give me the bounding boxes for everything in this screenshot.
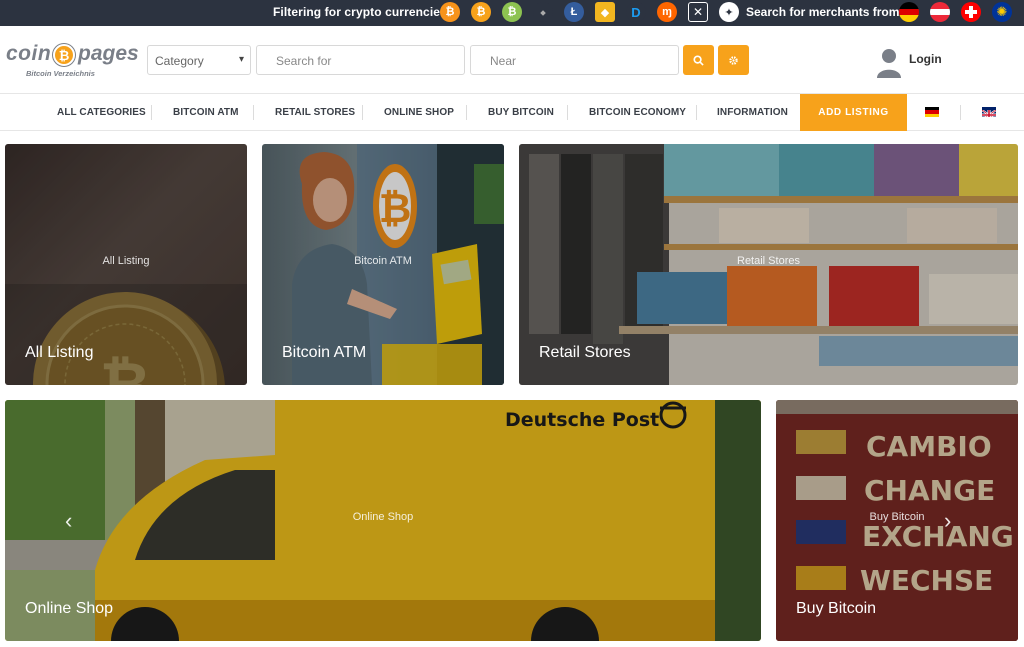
search-button[interactable] [683, 45, 714, 75]
ethereum-icon[interactable]: ⬩ [533, 2, 553, 22]
country-filter-list: ✺ [899, 2, 1023, 22]
add-listing-button[interactable]: ADD LISTING [800, 94, 907, 131]
nav-divider [466, 105, 467, 120]
category-tile-buy-bitcoin[interactable]: CAMBIO CHANGE EXCHANG WECHSE › Buy Bitco… [776, 400, 1018, 641]
nav-bitcoin-atm[interactable]: BITCOIN ATM [173, 94, 239, 131]
main-nav: ALL CATEGORIES BITCOIN ATM RETAIL STORES… [0, 94, 1024, 131]
tile-title: Buy Bitcoin [796, 600, 877, 617]
category-select-value: Category [155, 54, 204, 68]
crypto-filter-list: ₿ ₿ ₿ ⬩ Ł ◆ D ɱ ✕ ✦ [440, 2, 750, 22]
logo-word-pages: pages [78, 42, 139, 65]
monero-icon[interactable]: ɱ [657, 2, 677, 22]
nem-icon[interactable]: ✕ [688, 2, 708, 22]
nav-all-categories[interactable]: ALL CATEGORIES [57, 94, 146, 131]
site-logo[interactable]: coin ₿ pages Bitcoin Verzeichnis [6, 42, 139, 82]
tile-center-label: Online Shop [352, 511, 414, 523]
category-tile-bitcoin-atm[interactable]: ₿ Bitcoin ATM Bitcoin ATM [262, 144, 504, 385]
search-input-placeholder: Search for [276, 54, 332, 68]
settings-button[interactable] [718, 45, 749, 75]
bitcoin-icon[interactable]: ₿ [440, 2, 460, 22]
tile-center-label: All Listing [102, 255, 150, 267]
search-icon [693, 54, 704, 66]
litecoin-icon[interactable]: Ł [564, 2, 584, 22]
nav-information[interactable]: INFORMATION [717, 94, 788, 131]
tile-center-label: Buy Bitcoin [869, 511, 925, 523]
login-label: Login [909, 52, 942, 66]
nav-divider [696, 105, 697, 120]
bitcoin-diamond-icon[interactable]: ◆ [595, 2, 615, 22]
login-link[interactable]: Login [876, 48, 966, 80]
nav-divider [253, 105, 254, 120]
user-icon [877, 49, 901, 78]
crypto-filter-label: Filtering for crypto currencies: [273, 5, 451, 19]
site-header: coin ₿ pages Bitcoin Verzeichnis Categor… [0, 26, 1024, 94]
germany-flag-icon[interactable] [899, 2, 919, 22]
bitcoin-sv-icon[interactable]: ₿ [502, 2, 522, 22]
category-select[interactable]: Category ▾ [147, 45, 251, 75]
logo-subtitle: Bitcoin Verzeichnis [26, 69, 95, 78]
tile-title: All Listing [25, 344, 94, 361]
category-tile-all-listing[interactable]: ₿ All Listing All Listing [5, 144, 247, 385]
crypto-filter-bar: Filtering for crypto currencies: ₿ ₿ ₿ ⬩… [0, 0, 1024, 26]
eu-flag-icon[interactable]: ✺ [992, 2, 1012, 22]
stellar-icon[interactable]: ✦ [719, 2, 739, 22]
merchant-country-label: Search for merchants from: [746, 5, 904, 19]
bitcoin-cash-icon[interactable]: ₿ [471, 2, 491, 22]
tile-title: Bitcoin ATM [282, 344, 367, 361]
dash-icon[interactable]: D [626, 2, 646, 22]
chevron-down-icon: ▾ [238, 54, 244, 65]
near-input-placeholder: Near [490, 54, 517, 68]
category-tile-online-shop[interactable]: Deutsche Post ‹ Online Shop Online Shop [5, 400, 761, 641]
nav-divider [567, 105, 568, 120]
switzerland-flag-icon[interactable] [961, 2, 981, 22]
german-language-flag-icon[interactable] [925, 107, 939, 117]
tile-title: Online Shop [25, 600, 114, 617]
tile-center-label: Bitcoin ATM [354, 255, 412, 267]
nav-divider [362, 105, 363, 120]
gear-icon [729, 55, 738, 65]
logo-bitcoin-icon: ₿ [53, 44, 75, 66]
nav-buy-bitcoin[interactable]: BUY BITCOIN [488, 94, 554, 131]
nav-online-shop[interactable]: ONLINE SHOP [384, 94, 454, 131]
nav-bitcoin-economy[interactable]: BITCOIN ECONOMY [589, 94, 686, 131]
nav-divider [960, 105, 961, 120]
search-input[interactable]: Search for [256, 45, 465, 75]
tile-title: Retail Stores [539, 344, 631, 361]
austria-flag-icon[interactable] [930, 2, 950, 22]
nav-retail-stores[interactable]: RETAIL STORES [275, 94, 355, 131]
nav-divider [151, 105, 152, 120]
category-tile-retail-stores[interactable]: Retail Stores Retail Stores [519, 144, 1018, 385]
english-language-flag-icon[interactable] [982, 107, 996, 117]
near-input[interactable]: Near [470, 45, 679, 75]
logo-word-coin: coin [6, 42, 52, 65]
tile-center-label: Retail Stores [737, 255, 800, 267]
